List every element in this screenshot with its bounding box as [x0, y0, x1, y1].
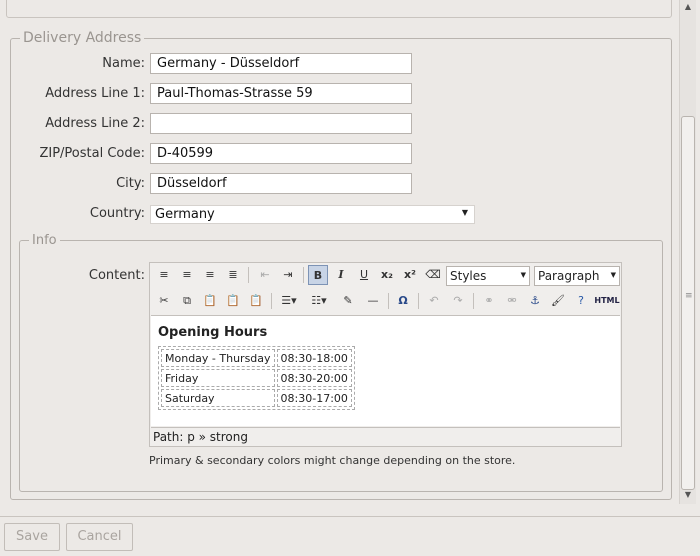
address-line-2-field[interactable] [150, 113, 412, 134]
unlink-icon[interactable]: ⚮ [502, 291, 522, 311]
cut-icon[interactable]: ✂ [154, 291, 174, 311]
link-icon[interactable]: ⚭ [479, 291, 499, 311]
styles-select[interactable]: Styles ▼ [446, 266, 530, 286]
toolbar-separator [473, 293, 474, 309]
time-cell: 08:30-17:00 [276, 389, 352, 407]
format-select[interactable]: Paragraph ▼ [534, 266, 620, 286]
undo-icon[interactable]: ↶ [424, 291, 444, 311]
toolbar-separator [388, 293, 389, 309]
country-select-value: Germany [155, 207, 215, 222]
subscript-icon[interactable]: x₂ [377, 265, 397, 285]
editor-toolbar-row-1: ≡ ≡ ≡ ≣ ⇤ ⇥ B I U x₂ x² ⌫ Styles ▼ Parag… [152, 263, 620, 287]
zip-label: ZIP/Postal Code: [39, 146, 145, 161]
styles-select-value: Styles [450, 269, 487, 283]
zip-field[interactable]: D-40599 [150, 143, 412, 164]
opening-hours-table: Monday - Thursday 08:30-18:00 Friday 08:… [158, 346, 355, 410]
grip-icon: ≡ [685, 291, 693, 301]
color-note: Primary & secondary colors might change … [149, 454, 516, 467]
address-line-1-label: Address Line 1: [45, 86, 145, 101]
help-icon[interactable]: ? [571, 291, 591, 311]
editor-path-bar: Path: p » strong [151, 427, 620, 445]
country-label: Country: [89, 206, 145, 221]
city-field[interactable]: Düsseldorf [150, 173, 412, 194]
time-cell: 08:30-18:00 [276, 349, 352, 367]
cleanup-icon[interactable]: 🖌 [548, 291, 568, 311]
name-label: Name: [102, 56, 145, 71]
chevron-down-icon: ▼ [461, 208, 468, 217]
scroll-up-icon[interactable]: ▲ [680, 0, 696, 14]
chevron-down-icon: ▼ [520, 271, 526, 279]
rich-text-editor: ≡ ≡ ≡ ≣ ⇤ ⇥ B I U x₂ x² ⌫ Styles ▼ Parag… [149, 262, 622, 447]
html-icon[interactable]: HTML [594, 291, 620, 311]
paste-word-icon[interactable]: 📋 [246, 291, 266, 311]
address-line-1-field[interactable]: Paul-Thomas-Strasse 59 [150, 83, 412, 104]
name-field[interactable]: Germany - Düsseldorf [150, 53, 412, 74]
table-row: Saturday 08:30-17:00 [161, 389, 352, 407]
indent-icon[interactable]: ⇥ [278, 265, 298, 285]
country-select[interactable]: Germany ▼ [150, 205, 475, 224]
table-row: Friday 08:30-20:00 [161, 369, 352, 387]
paste-text-icon[interactable]: 📋 [223, 291, 243, 311]
italic-icon[interactable]: I [331, 265, 351, 285]
align-center-icon[interactable]: ≡ [177, 265, 197, 285]
toolbar-separator [271, 293, 272, 309]
copy-icon[interactable]: ⧉ [177, 291, 197, 311]
numbered-list-icon[interactable]: ☷▾ [306, 291, 332, 311]
vertical-scrollbar[interactable]: ▲ ≡ ▼ [679, 0, 696, 504]
edit-icon[interactable]: ✎ [338, 291, 358, 311]
underline-icon[interactable]: U [354, 265, 374, 285]
day-cell: Friday [161, 369, 275, 387]
table-row: Monday - Thursday 08:30-18:00 [161, 349, 352, 367]
scroll-down-icon[interactable]: ▼ [680, 488, 696, 502]
previous-panel-edge [6, 0, 672, 18]
redo-icon[interactable]: ↷ [448, 291, 468, 311]
horizontal-rule-icon[interactable]: — [363, 291, 383, 311]
superscript-icon[interactable]: x² [400, 265, 420, 285]
special-char-icon[interactable]: Ω [393, 291, 413, 311]
delivery-address-legend: Delivery Address [20, 30, 145, 46]
paste-icon[interactable]: 📋 [200, 291, 220, 311]
day-cell: Monday - Thursday [161, 349, 275, 367]
align-justify-icon[interactable]: ≣ [223, 265, 243, 285]
align-left-icon[interactable]: ≡ [154, 265, 174, 285]
editor-toolbar-row-2: ✂ ⧉ 📋 📋 📋 ☰▾ ☷▾ ✎ — Ω ↶ ↷ ⚭ ⚮ ⚓ 🖌 ? HTML [152, 289, 620, 313]
scrollbar-thumb[interactable]: ≡ [681, 116, 695, 490]
form-footer: Save Cancel [0, 516, 700, 556]
content-label: Content: [88, 268, 145, 283]
bold-icon[interactable]: B [308, 265, 328, 285]
time-cell: 08:30-20:00 [276, 369, 352, 387]
day-cell: Saturday [161, 389, 275, 407]
cancel-button[interactable]: Cancel [66, 523, 133, 551]
toolbar-separator [248, 267, 249, 283]
city-label: City: [116, 176, 145, 191]
outdent-icon[interactable]: ⇤ [255, 265, 275, 285]
toolbar-separator [303, 267, 304, 283]
format-select-value: Paragraph [538, 269, 600, 283]
toolbar-separator [418, 293, 419, 309]
align-right-icon[interactable]: ≡ [200, 265, 220, 285]
anchor-icon[interactable]: ⚓ [525, 291, 545, 311]
opening-hours-heading: Opening Hours [158, 325, 268, 340]
eraser-icon[interactable]: ⌫ [423, 265, 443, 285]
bullet-list-icon[interactable]: ☰▾ [276, 291, 302, 311]
save-button[interactable]: Save [4, 523, 60, 551]
chevron-down-icon: ▼ [610, 271, 616, 279]
editor-content-area[interactable]: Opening Hours Monday - Thursday 08:30-18… [151, 315, 620, 426]
info-legend: Info [29, 233, 60, 248]
address-line-2-label: Address Line 2: [45, 116, 145, 131]
